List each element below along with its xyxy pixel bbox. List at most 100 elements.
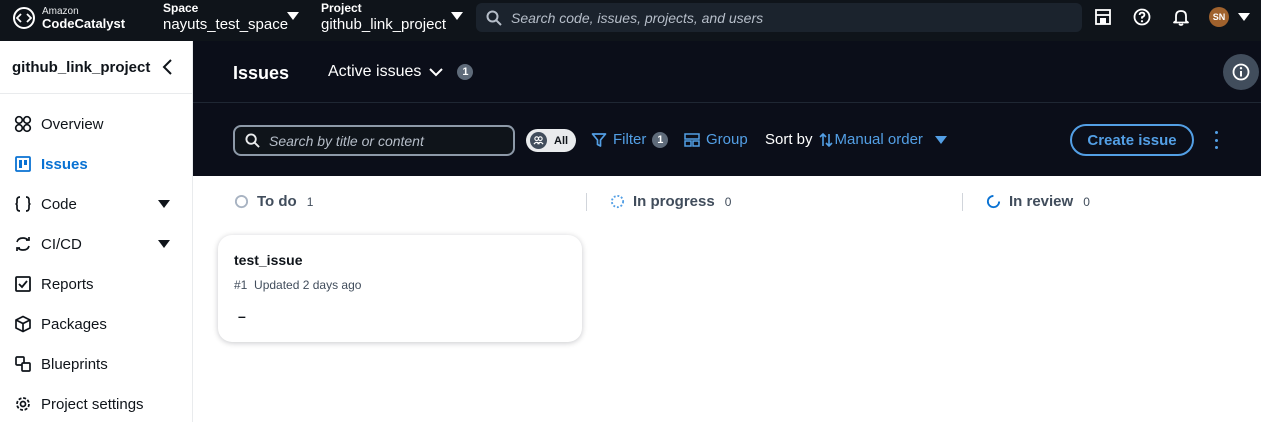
column-count: 0 [1083, 194, 1090, 209]
sort-control: Sort by Manual order [765, 131, 947, 148]
code-icon [15, 196, 31, 212]
collapse-sidebar-icon[interactable] [160, 58, 174, 76]
global-search-input[interactable] [511, 9, 1071, 26]
sidebar-item-label: Project settings [41, 395, 144, 413]
top-navigation: Amazon CodeCatalyst Space nayuts_test_sp… [0, 0, 1261, 41]
chevron-down-icon[interactable] [1238, 13, 1250, 21]
chevron-down-icon [934, 135, 947, 144]
sidebar-item-label: CI/CD [41, 235, 82, 253]
info-button[interactable] [1223, 54, 1259, 90]
chevron-down-icon [429, 68, 444, 77]
issue-card[interactable]: test_issue #1 Updated 2 days ago – [218, 235, 582, 342]
view-label: Active issues [328, 63, 422, 80]
sidebar-item-issues[interactable]: Issues [14, 153, 174, 175]
filter-button[interactable]: Filter 1 [591, 131, 669, 148]
sort-label: Sort by [765, 131, 813, 148]
create-issue-button[interactable]: Create issue [1070, 124, 1194, 156]
people-icon [530, 132, 547, 149]
issue-assignee: – [238, 308, 246, 324]
sort-value: Manual order [834, 131, 923, 148]
column-in-progress-header: In progress 0 [610, 193, 731, 210]
assignee-toggle[interactable]: All [526, 129, 576, 152]
overview-icon [14, 115, 32, 133]
view-count-badge: 1 [457, 64, 474, 80]
sidebar-item-reports[interactable]: Reports [14, 273, 174, 295]
packages-icon [15, 315, 31, 333]
user-avatar[interactable]: SN [1209, 7, 1229, 27]
header-divider [193, 102, 1261, 103]
sidebar-header: github_link_project [0, 41, 192, 94]
info-icon [1232, 63, 1250, 81]
space-label: Space [163, 1, 199, 15]
sidebar-item-project-settings[interactable]: Project settings [14, 393, 174, 415]
column-name: In progress [633, 193, 715, 210]
space-value: nayuts_test_space [163, 16, 289, 33]
column-divider [586, 193, 587, 211]
blueprints-icon [15, 356, 31, 372]
sidebar-item-label: Reports [41, 275, 94, 293]
project-sidebar: github_link_project Overview Issues Code [0, 41, 193, 422]
expand-caret-icon[interactable] [158, 200, 170, 208]
project-label: Project [321, 1, 362, 15]
column-divider [962, 193, 963, 211]
filter-count-badge: 1 [652, 131, 669, 148]
chevron-down-icon [451, 12, 463, 20]
cicd-icon [16, 237, 30, 251]
project-value: github_link_project [321, 16, 447, 33]
sidebar-item-label: Packages [41, 315, 107, 333]
settings-icon [16, 397, 30, 411]
filter-icon [591, 132, 607, 147]
sidebar-item-code[interactable]: Code [14, 193, 174, 215]
space-selector[interactable]: Space nayuts_test_space [163, 1, 299, 32]
issue-number: #1 [234, 278, 248, 292]
notifications-icon[interactable] [1172, 8, 1190, 26]
column-count: 0 [724, 194, 732, 209]
calendar-icon[interactable] [1094, 8, 1112, 26]
issue-meta: #1 Updated 2 days ago [234, 278, 361, 292]
sidebar-project-name: github_link_project [12, 58, 151, 76]
more-actions-icon[interactable] [1215, 131, 1219, 149]
column-todo-header: To do 1 [234, 193, 313, 210]
sidebar-item-label: Blueprints [41, 355, 108, 373]
sidebar-item-label: Issues [41, 155, 88, 173]
issue-search-input[interactable] [269, 132, 499, 149]
sidebar-item-label: Code [41, 195, 77, 213]
page-title: Issues [233, 63, 290, 83]
sidebar-item-packages[interactable]: Packages [14, 313, 174, 335]
issues-icon [15, 156, 31, 172]
sidebar-item-blueprints[interactable]: Blueprints [14, 353, 174, 375]
sort-selector[interactable]: Manual order [818, 131, 947, 148]
sidebar-item-label: Overview [41, 115, 104, 133]
logo-product-text: CodeCatalyst [42, 16, 126, 31]
issue-updated: Updated 2 days ago [254, 278, 362, 292]
reports-icon [15, 276, 31, 292]
chevron-down-icon [287, 12, 299, 20]
help-icon[interactable] [1133, 8, 1151, 26]
in-review-status-icon [986, 194, 1001, 209]
group-label: Group [706, 131, 748, 148]
column-in-review-header: In review 0 [986, 193, 1090, 210]
group-icon [684, 132, 700, 147]
column-count: 1 [306, 194, 314, 209]
issues-header: Issues Active issues 1 All [193, 41, 1261, 176]
sidebar-item-cicd[interactable]: CI/CD [14, 233, 174, 255]
todo-status-icon [234, 194, 249, 209]
issue-search[interactable] [233, 125, 515, 156]
assignee-toggle-label: All [554, 134, 569, 147]
search-icon [245, 133, 260, 148]
codecatalyst-logo-icon [13, 7, 35, 29]
in-progress-status-icon [610, 194, 625, 209]
sidebar-item-overview[interactable]: Overview [14, 113, 174, 135]
issue-view-selector[interactable]: Active issues 1 [328, 63, 474, 81]
filter-label: Filter [613, 131, 647, 148]
issue-title[interactable]: test_issue [234, 252, 302, 268]
project-selector[interactable]: Project github_link_project [321, 1, 463, 32]
expand-caret-icon[interactable] [158, 240, 170, 248]
sort-arrows-icon [818, 132, 833, 147]
column-name: To do [257, 193, 297, 210]
search-icon [486, 10, 502, 26]
codecatalyst-logo[interactable]: Amazon CodeCatalyst [12, 6, 125, 30]
group-button[interactable]: Group [684, 131, 748, 148]
global-search[interactable] [476, 3, 1082, 32]
column-name: In review [1009, 193, 1074, 210]
